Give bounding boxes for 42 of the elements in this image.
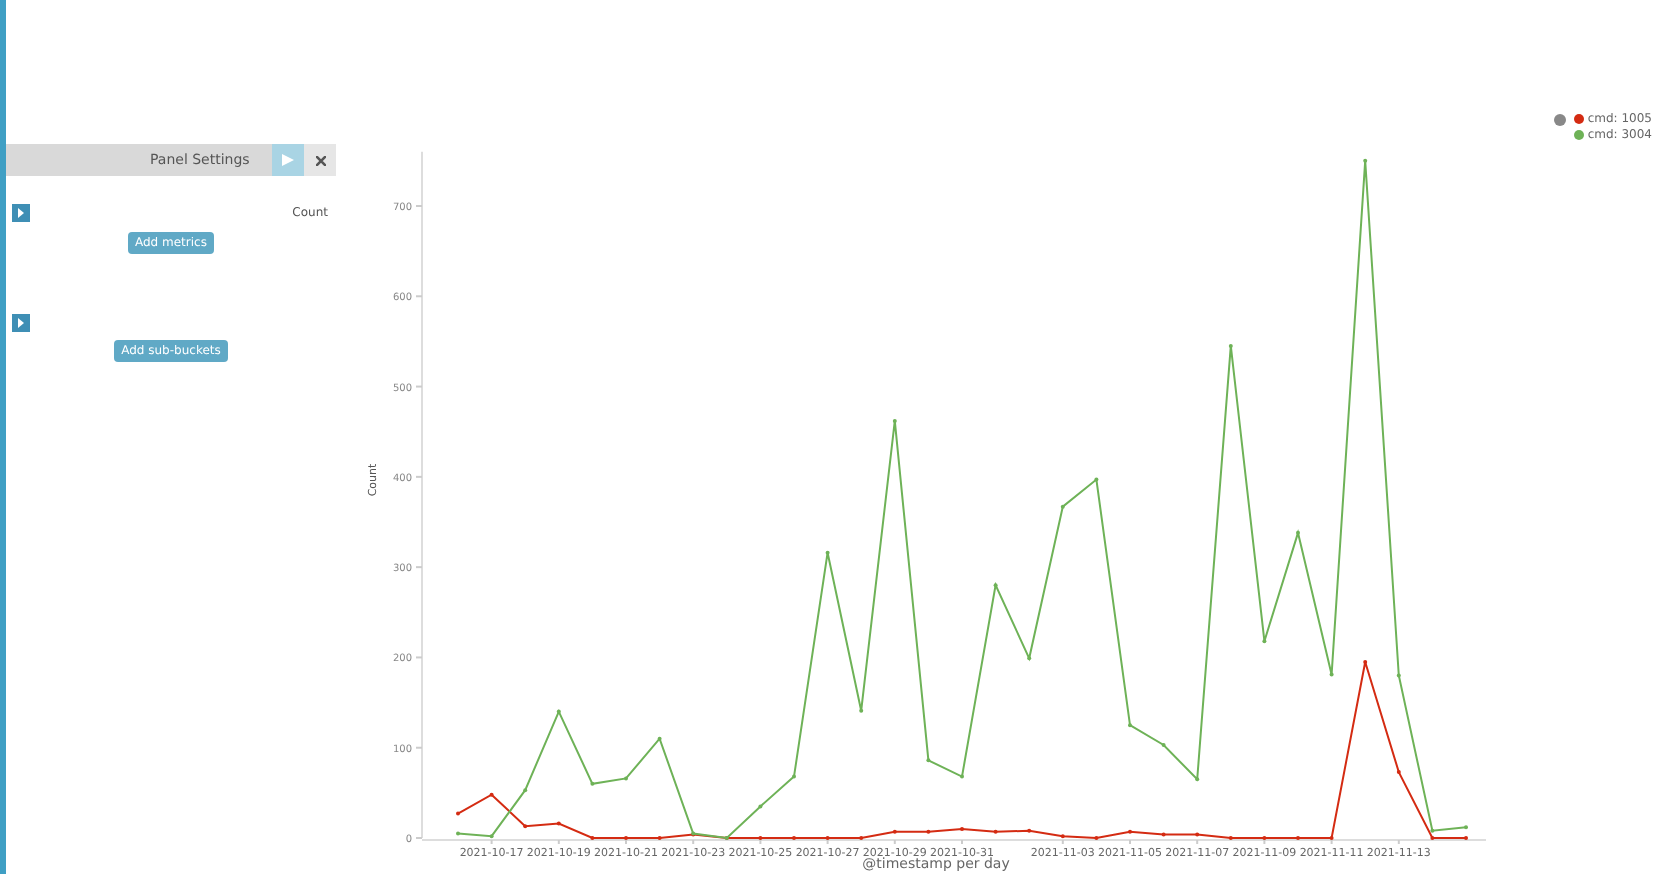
data-point xyxy=(489,792,494,797)
data-point xyxy=(993,583,998,588)
data-point xyxy=(1363,659,1368,664)
close-button[interactable] xyxy=(304,144,336,176)
play-icon xyxy=(282,154,294,166)
data-point xyxy=(523,824,528,829)
expand-toggle[interactable] xyxy=(12,204,30,222)
caret-icon xyxy=(16,318,26,328)
data-point xyxy=(1027,656,1032,661)
legend-toggle-icon[interactable] xyxy=(1553,114,1566,126)
data-point xyxy=(1094,477,1099,482)
data-point xyxy=(1262,639,1267,644)
data-point xyxy=(859,708,864,713)
data-point xyxy=(1161,832,1166,837)
data-point xyxy=(1195,777,1200,782)
data-point xyxy=(1027,828,1032,833)
data-point xyxy=(489,834,494,839)
caret-icon xyxy=(16,208,26,218)
data-point xyxy=(1396,673,1401,678)
data-point xyxy=(1363,158,1368,163)
data-point xyxy=(926,758,931,763)
data-point xyxy=(1195,832,1200,837)
data-point xyxy=(892,418,897,423)
expand-toggle[interactable] xyxy=(12,314,30,332)
data-point xyxy=(556,821,561,826)
data-point xyxy=(926,829,931,834)
data-point xyxy=(523,788,528,793)
data-point xyxy=(657,736,662,741)
data-point xyxy=(1396,770,1401,775)
data-point xyxy=(1060,834,1065,839)
data-point xyxy=(825,550,830,555)
data-point xyxy=(691,831,696,836)
data-point xyxy=(1430,828,1435,833)
data-point xyxy=(892,829,897,834)
data-point xyxy=(993,829,998,834)
close-icon xyxy=(315,155,325,165)
data-point xyxy=(1060,504,1065,509)
data-point xyxy=(556,709,561,714)
data-point xyxy=(1329,672,1334,677)
data-point xyxy=(758,804,763,809)
data-point xyxy=(590,781,595,786)
data-point xyxy=(1228,343,1233,348)
